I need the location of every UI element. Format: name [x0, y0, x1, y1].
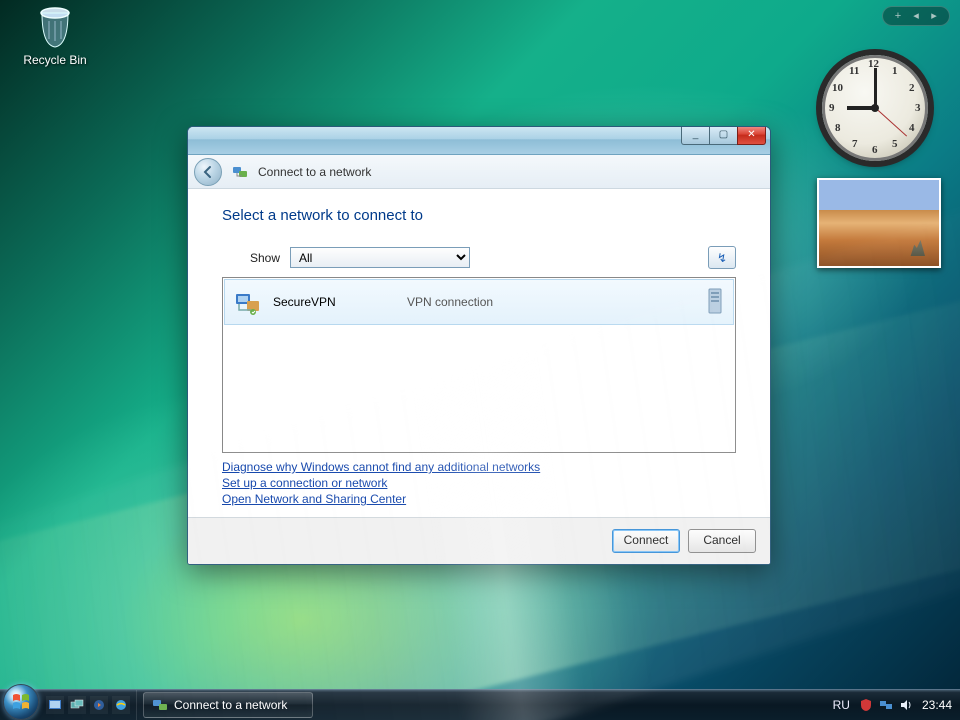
titlebar[interactable]: _ ▢ ✕ [188, 127, 770, 155]
taskbar-tasks: Connect to a network [136, 690, 313, 720]
recycle-bin[interactable]: Recycle Bin [18, 3, 92, 67]
media-player-icon[interactable] [90, 696, 108, 714]
network-type: VPN connection [407, 295, 493, 309]
back-button[interactable] [194, 158, 222, 186]
sidebar-next-icon[interactable]: ▸ [925, 9, 943, 23]
start-orb-icon [3, 684, 39, 720]
task-icon [152, 697, 168, 713]
setup-connection-link[interactable]: Set up a connection or network [222, 475, 387, 491]
clock-2: 2 [909, 83, 915, 94]
server-icon [705, 287, 725, 317]
task-label: Connect to a network [174, 698, 287, 712]
clock-4: 4 [909, 123, 915, 134]
connect-network-window: _ ▢ ✕ Connect to a network Select a netw… [187, 126, 771, 565]
tray-network-icon[interactable] [878, 697, 894, 713]
sidebar-controls[interactable]: + ◂ ▸ [882, 6, 950, 26]
network-icon [232, 164, 248, 180]
diagnose-link[interactable]: Diagnose why Windows cannot find any add… [222, 459, 540, 475]
vpn-icon [233, 288, 261, 316]
instruction-text: Select a network to connect to [222, 207, 736, 224]
network-list[interactable]: SecureVPN VPN connection [222, 277, 736, 453]
network-name: SecureVPN [273, 295, 395, 309]
recycle-bin-icon [31, 3, 79, 51]
clock-8: 8 [835, 123, 841, 134]
start-button[interactable] [0, 690, 42, 720]
maximize-button[interactable]: ▢ [709, 127, 738, 145]
clock-6: 6 [872, 145, 878, 156]
clock-11: 11 [849, 66, 859, 77]
sidebar-prev-icon[interactable]: ◂ [907, 9, 925, 23]
taskbar-clock[interactable]: 23:44 [922, 698, 952, 712]
slideshow-gadget[interactable] [817, 178, 941, 268]
refresh-icon: ↯ [717, 251, 727, 265]
clock-5: 5 [892, 139, 898, 150]
taskbar[interactable]: Connect to a network RU 23:44 [0, 689, 960, 720]
recycle-bin-label: Recycle Bin [18, 53, 92, 67]
tray-volume-icon[interactable] [898, 697, 914, 713]
ie-icon[interactable] [112, 696, 130, 714]
task-connect-network[interactable]: Connect to a network [143, 692, 313, 718]
network-center-link[interactable]: Open Network and Sharing Center [222, 491, 406, 507]
address-bar: Connect to a network [188, 155, 770, 189]
show-dropdown[interactable]: All [290, 247, 470, 268]
dialog-body: Select a network to connect to Show All … [188, 189, 770, 517]
clock-3: 3 [915, 103, 921, 114]
clock-minute-hand [874, 68, 877, 108]
tray-security-icon[interactable] [858, 697, 874, 713]
switch-windows-icon[interactable] [68, 696, 86, 714]
refresh-button[interactable]: ↯ [708, 246, 736, 269]
sidebar-add-icon[interactable]: + [889, 9, 907, 23]
clock-1: 1 [892, 66, 898, 77]
connect-button[interactable]: Connect [612, 529, 680, 553]
show-desktop-icon[interactable] [46, 696, 64, 714]
cancel-button[interactable]: Cancel [688, 529, 756, 553]
clock-second-hand [875, 108, 907, 137]
minimize-button[interactable]: _ [681, 127, 710, 145]
system-tray: RU 23:44 [833, 690, 960, 720]
clock-gadget[interactable]: 12 1 2 3 4 5 6 7 8 9 10 11 [822, 55, 928, 161]
button-bar: Connect Cancel [188, 517, 770, 564]
clock-9: 9 [829, 103, 835, 114]
close-button[interactable]: ✕ [737, 127, 766, 145]
quick-launch [42, 696, 134, 714]
clock-center [871, 104, 879, 112]
language-indicator[interactable]: RU [833, 698, 850, 712]
clock-10: 10 [832, 83, 843, 94]
network-item[interactable]: SecureVPN VPN connection [224, 279, 734, 325]
show-label: Show [222, 251, 280, 265]
window-title: Connect to a network [258, 165, 371, 179]
clock-7: 7 [852, 139, 858, 150]
desktop[interactable]: Recycle Bin + ◂ ▸ 12 1 2 3 4 5 6 7 8 9 1… [0, 0, 960, 720]
arrow-left-icon [201, 165, 215, 179]
